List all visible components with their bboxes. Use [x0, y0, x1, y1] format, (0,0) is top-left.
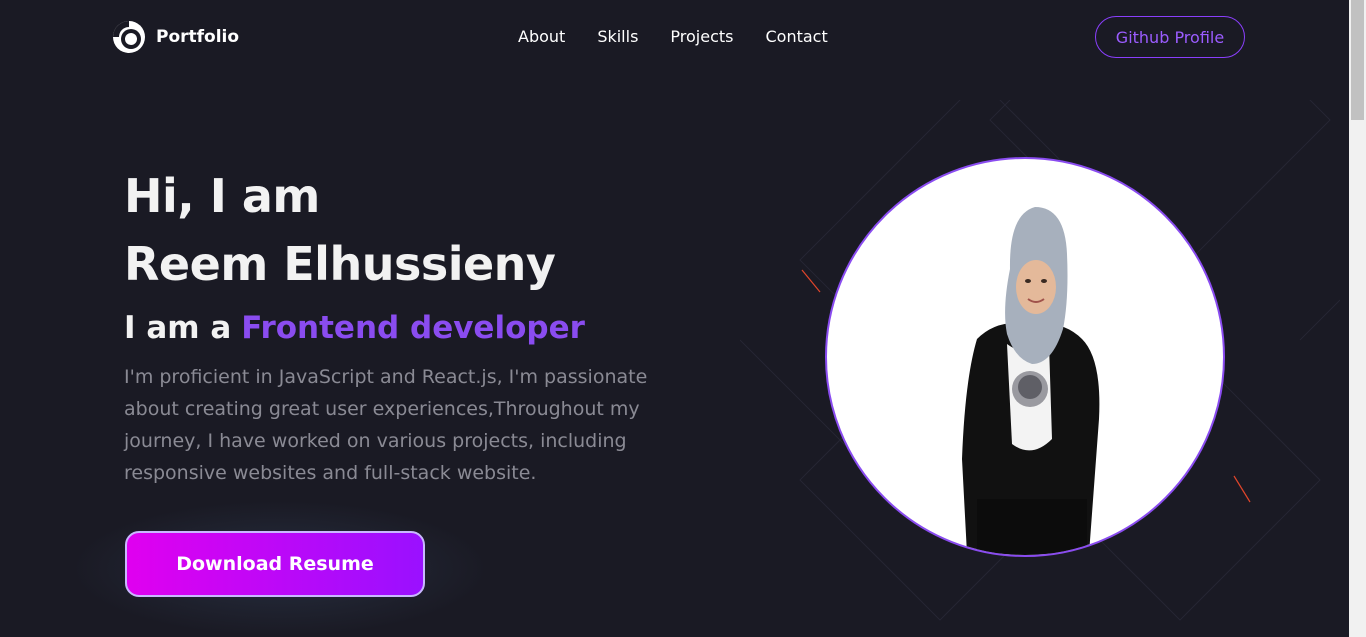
nav-link-about[interactable]: About	[518, 27, 565, 47]
bio-paragraph: I'm proficient in JavaScript and React.j…	[124, 366, 648, 484]
nav-links: About Skills Projects Contact	[518, 27, 860, 47]
nav-link-contact[interactable]: Contact	[765, 27, 827, 47]
role-text: Frontend developer	[241, 310, 585, 346]
navbar: Portfolio About Skills Projects Contact …	[0, 0, 1349, 76]
nav-link-projects[interactable]: Projects	[670, 27, 733, 47]
page: Portfolio About Skills Projects Contact …	[0, 0, 1349, 637]
scrollbar[interactable]	[1349, 0, 1366, 637]
portrait-illustration	[962, 207, 1100, 555]
accent-line	[1233, 475, 1251, 503]
intro-text: I am a	[124, 310, 232, 346]
name-text: Reem Elhussieny	[124, 237, 556, 291]
download-resume-button[interactable]: Download Resume	[125, 531, 425, 597]
logo-ring-icon	[113, 21, 145, 53]
github-profile-button[interactable]: Github Profile	[1095, 16, 1245, 58]
nav-link-skills[interactable]: Skills	[597, 27, 638, 47]
role-heading: I am a Frontend developer	[124, 306, 585, 350]
accent-line	[801, 269, 821, 293]
profile-photo	[825, 157, 1225, 557]
logo[interactable]: Portfolio	[111, 19, 239, 55]
hero-heading: Hi, I am Reem Elhussieny	[124, 162, 556, 298]
greeting-text: Hi, I am	[124, 169, 320, 223]
scrollbar-thumb[interactable]	[1351, 0, 1364, 120]
logo-text: Portfolio	[156, 27, 240, 47]
